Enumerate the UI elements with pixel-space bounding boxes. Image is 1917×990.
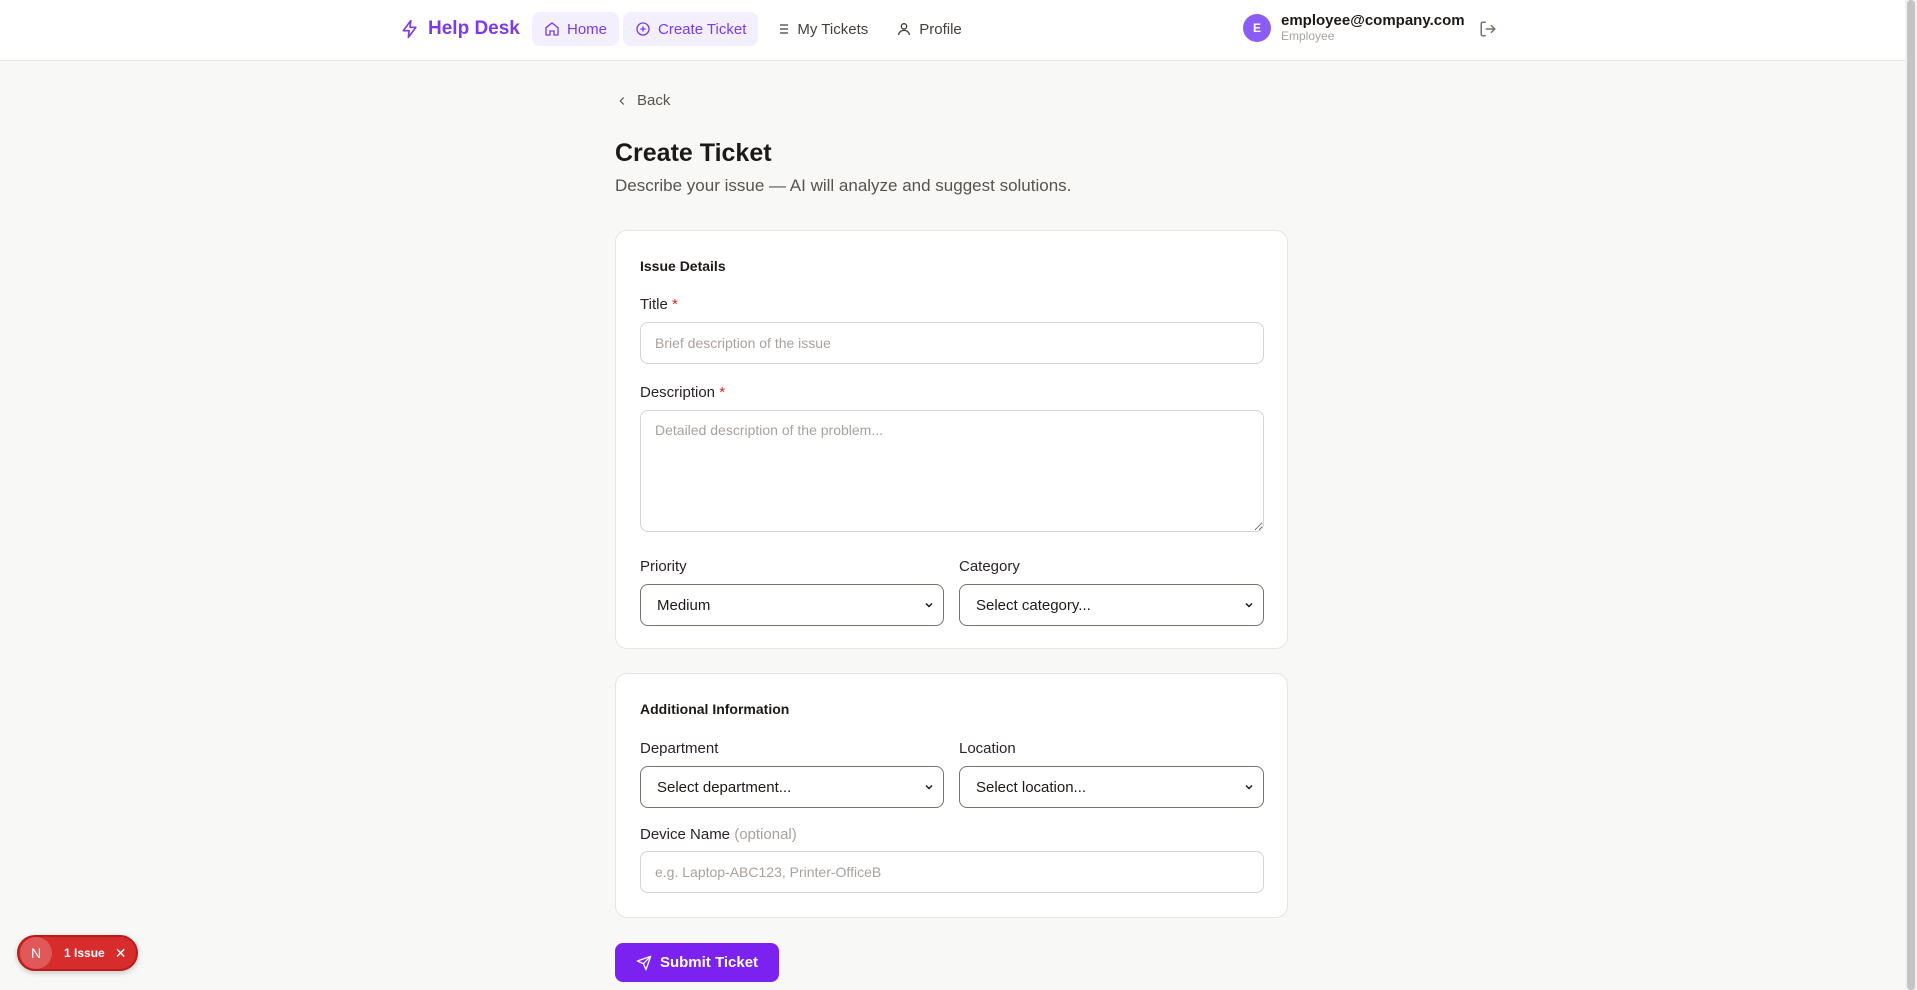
device-name-label-text: Device Name (640, 826, 731, 843)
nav-profile[interactable]: Profile (884, 12, 974, 46)
nav-profile-label: Profile (919, 20, 962, 38)
additional-info-card: Additional Information Department Select… (615, 673, 1288, 918)
home-icon (545, 22, 559, 36)
user-info: E employee@company.com Employee (1243, 13, 1465, 42)
page-subtitle: Describe your issue — AI will analyze an… (615, 176, 1072, 195)
issue-details-heading: Issue Details (640, 258, 726, 274)
priority-value: Medium (657, 596, 711, 614)
close-icon[interactable]: ✕ (115, 945, 127, 962)
location-select[interactable]: Select location... (959, 766, 1264, 808)
top-navbar: Help Desk Home Create Ticket My Tickets … (0, 0, 1905, 61)
user-email: employee@company.com (1281, 12, 1465, 29)
priority-label: Priority (640, 558, 687, 575)
title-input[interactable] (640, 322, 1264, 364)
user-role: Employee (1281, 29, 1335, 43)
nav-create-ticket-label: Create Ticket (658, 20, 747, 38)
required-mark: * (671, 296, 678, 313)
priority-select[interactable]: Medium (640, 584, 944, 626)
device-name-input[interactable] (640, 851, 1264, 893)
list-icon (777, 24, 789, 34)
page-title: Create Ticket (615, 139, 772, 167)
chevron-down-icon (925, 784, 933, 790)
department-select[interactable]: Select department... (640, 766, 944, 808)
main-nav: Home Create Ticket My Tickets Profile (532, 12, 974, 46)
scrollbar-thumb[interactable] (1907, 0, 1915, 990)
issue-details-card: Issue Details Title * Description * Prio… (615, 230, 1288, 649)
description-label: Description * (640, 384, 725, 401)
department-label: Department (640, 740, 719, 757)
department-value: Select department... (657, 778, 792, 796)
nav-create-ticket[interactable]: Create Ticket (623, 12, 759, 46)
issue-count: 1 Issue (64, 946, 105, 960)
plus-circle-icon (636, 22, 650, 36)
required-mark: * (719, 384, 726, 401)
brand-name: Help Desk (428, 18, 520, 39)
nav-my-tickets-label: My Tickets (797, 20, 869, 38)
category-value: Select category... (976, 596, 1091, 614)
device-name-label: Device Name (optional) (640, 826, 797, 843)
chevron-left-icon (619, 96, 625, 105)
avatar: E (1243, 13, 1271, 42)
nav-home[interactable]: Home (532, 12, 620, 46)
description-label-text: Description (640, 384, 716, 401)
chevron-down-icon (1245, 602, 1253, 608)
issue-badge[interactable]: N 1 Issue ✕ (17, 935, 138, 971)
lightning-icon (402, 19, 417, 39)
description-textarea[interactable] (640, 410, 1264, 532)
location-label: Location (959, 740, 1016, 757)
logout-icon[interactable] (1479, 20, 1497, 38)
back-link[interactable]: Back (615, 92, 670, 109)
submit-label: Submit Ticket (659, 954, 759, 971)
brand-logo[interactable]: Help Desk (400, 16, 520, 42)
chevron-down-icon (925, 602, 933, 608)
title-label-text: Title (640, 296, 668, 313)
location-value: Select location... (976, 778, 1087, 796)
title-label: Title * (640, 296, 678, 313)
scrollbar[interactable] (1905, 0, 1917, 990)
user-icon (898, 23, 911, 36)
submit-ticket-button[interactable]: Submit Ticket (615, 943, 779, 982)
nav-my-tickets[interactable]: My Tickets (762, 12, 880, 46)
chevron-down-icon (1245, 784, 1253, 790)
send-icon (636, 955, 652, 970)
optional-hint: (optional) (734, 826, 797, 843)
nav-home-label: Home (567, 20, 608, 38)
back-label: Back (637, 92, 671, 109)
additional-info-heading: Additional Information (640, 701, 790, 717)
next-logo-icon: N (20, 937, 52, 969)
category-select[interactable]: Select category... (959, 584, 1264, 626)
category-label: Category (959, 558, 1020, 575)
